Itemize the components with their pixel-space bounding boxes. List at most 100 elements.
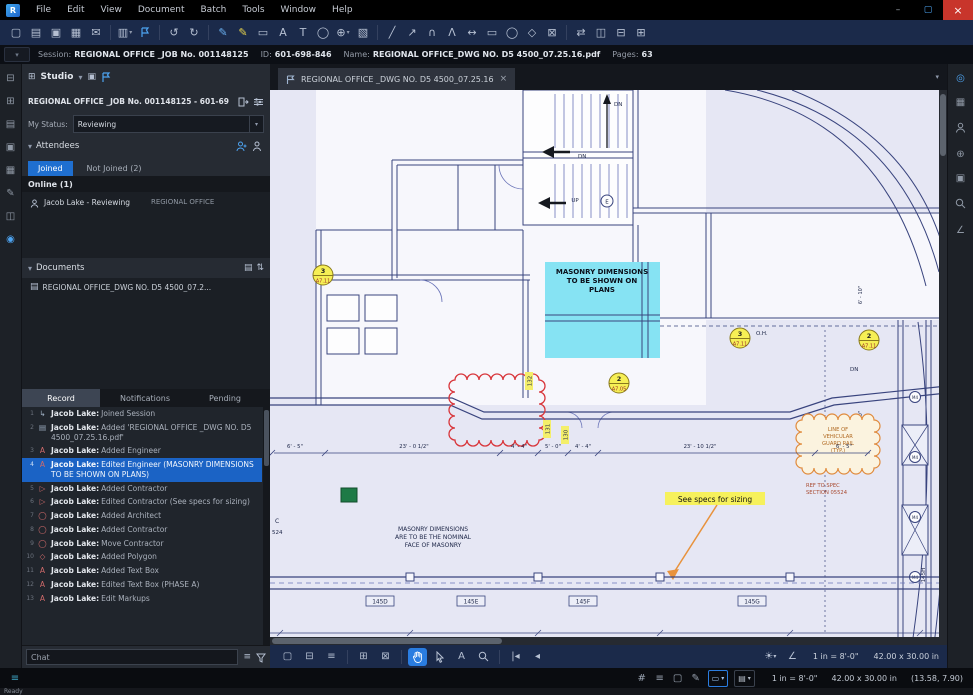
detail-callout[interactable]: 2 A7.05 xyxy=(609,373,629,393)
typewriter-tool-icon[interactable]: T xyxy=(293,22,313,43)
menu-batch[interactable]: Batch xyxy=(193,0,235,20)
flag-icon[interactable] xyxy=(135,22,155,43)
session-settings-icon[interactable] xyxy=(253,92,264,111)
layers-icon[interactable]: ▦ xyxy=(6,166,15,176)
panel-toggle-icon[interactable]: ⊟ xyxy=(6,74,14,84)
record-entry[interactable]: 12 A Jacob Lake:Edited Text Box (PHASE A… xyxy=(22,578,262,592)
record-scrollbar[interactable] xyxy=(263,407,270,645)
record-entry[interactable]: 7 ◯ Jacob Lake:Added Architect xyxy=(22,509,262,523)
properties-icon[interactable]: ◎ xyxy=(956,74,965,84)
page-setup-icon[interactable]: ▢ xyxy=(669,670,687,686)
dimension-tool-icon[interactable]: ↔ xyxy=(462,22,482,43)
record-entry[interactable]: 1 ↳ Jacob Lake:Joined Session xyxy=(22,407,262,421)
detail-callout[interactable]: 2 A7.11 xyxy=(859,330,879,350)
studio-caret-icon[interactable]: ▾ xyxy=(78,73,82,82)
arc-tool-icon[interactable]: ∩ xyxy=(422,22,442,43)
split-grid-icon[interactable]: ⊠ xyxy=(376,648,395,666)
tab-list-caret-icon[interactable]: ▾ xyxy=(935,73,939,81)
search-icon[interactable] xyxy=(955,198,966,212)
zoom-tool-icon[interactable] xyxy=(474,648,493,666)
text-box-tool-icon[interactable]: A xyxy=(273,22,293,43)
snap-icon[interactable]: ≡ xyxy=(651,670,669,686)
menu-help[interactable]: Help xyxy=(324,0,361,20)
leave-session-icon[interactable] xyxy=(238,92,249,111)
minimize-button[interactable]: – xyxy=(883,0,913,20)
open-icon[interactable]: ▤ xyxy=(26,22,46,43)
chat-list-icon[interactable]: ≡ xyxy=(243,652,251,662)
image-tool-icon[interactable]: ▧ xyxy=(353,22,373,43)
record-entry[interactable]: 5 ▷ Jacob Lake:Added Contractor xyxy=(22,482,262,496)
session-flag-icon[interactable] xyxy=(101,68,111,87)
markup-list-toggle-icon[interactable]: ≡ xyxy=(6,670,24,686)
line-tool-icon[interactable]: ╱ xyxy=(382,22,402,43)
grid-view-icon[interactable]: ⊞ xyxy=(354,648,373,666)
first-page-icon[interactable]: |◂ xyxy=(506,648,525,666)
attendee-row[interactable]: Jacob Lake - Reviewing REGIONAL OFFICE xyxy=(22,192,270,212)
session-menu-dropdown[interactable]: ▾ xyxy=(4,47,30,62)
attendees-panel-icon[interactable] xyxy=(955,122,966,136)
new-document-icon[interactable]: ▢ xyxy=(6,22,26,43)
sync-icon[interactable]: ⇄ xyxy=(571,22,591,43)
thumbnails-icon[interactable]: ⊞ xyxy=(6,97,14,107)
facing-pages-icon[interactable]: ⊟ xyxy=(300,648,319,666)
tool-chest-icon[interactable]: ▦ xyxy=(956,98,965,108)
bookmarks-icon[interactable]: ▤ xyxy=(6,120,15,130)
menu-file[interactable]: File xyxy=(28,0,59,20)
menu-view[interactable]: View xyxy=(93,0,130,20)
polyline-tool-icon[interactable]: Λ xyxy=(442,22,462,43)
add-document-icon[interactable]: ▤ xyxy=(244,263,253,273)
menu-window[interactable]: Window xyxy=(273,0,325,20)
file-access-icon[interactable]: ▣ xyxy=(6,143,15,153)
print-icon[interactable]: ▦ xyxy=(66,22,86,43)
record-entry[interactable]: 2 ▤ Jacob Lake:Added 'REGIONAL OFFICE _D… xyxy=(22,421,262,445)
drawing-viewport[interactable]: E UP DN DN DN xyxy=(270,90,947,645)
record-entry[interactable]: 11 A Jacob Lake:Added Text Box xyxy=(22,564,262,578)
polygon-markup[interactable] xyxy=(341,488,357,502)
email-icon[interactable]: ✉ xyxy=(86,22,106,43)
studio-board-icon[interactable]: ▣ xyxy=(87,72,96,82)
document-tab[interactable]: REGIONAL OFFICE _DWG NO. D5 4500_07.25.1… xyxy=(278,68,515,90)
ellipse-tool-icon[interactable]: ◯ xyxy=(502,22,522,43)
select-text-icon[interactable]: A xyxy=(452,648,471,666)
vertical-scrollbar[interactable] xyxy=(939,90,947,645)
layers-panel-icon[interactable]: ▣ xyxy=(956,174,965,184)
split-view-icon[interactable]: ⊟ xyxy=(611,22,631,43)
record-entry[interactable]: 6 ▷ Jacob Lake:Edited Contractor (See sp… xyxy=(22,495,262,509)
horizontal-scrollbar[interactable] xyxy=(270,637,939,645)
documents-collapse-icon[interactable]: ▾ xyxy=(28,264,32,273)
tab-close-icon[interactable]: × xyxy=(500,74,508,84)
filter-icon[interactable] xyxy=(256,648,266,667)
cloud-tool-icon[interactable]: ◯ xyxy=(313,22,333,43)
measure-panel-icon[interactable]: ∠ xyxy=(956,226,965,236)
active-tool-dropdown[interactable]: ▭▾ xyxy=(708,670,729,687)
markups-list-icon[interactable]: ✎ xyxy=(6,189,14,199)
record-entry[interactable]: 10 ◇ Jacob Lake:Added Polygon xyxy=(22,550,262,564)
detail-callout[interactable]: 3 A7.11 xyxy=(730,328,750,348)
single-page-icon[interactable]: ▢ xyxy=(278,648,297,666)
redo-icon[interactable]: ↻ xyxy=(184,22,204,43)
fullscreen-icon[interactable]: ⊞ xyxy=(631,22,651,43)
tab-not-joined[interactable]: Not Joined (2) xyxy=(83,161,146,176)
attendee-settings-icon[interactable] xyxy=(252,137,264,156)
tab-pending[interactable]: Pending xyxy=(190,389,260,407)
record-entry[interactable]: 9 ◯ Jacob Lake:Move Contractor xyxy=(22,537,262,551)
menu-tools[interactable]: Tools xyxy=(234,0,272,20)
select-cursor-icon[interactable] xyxy=(430,648,449,666)
profiles-icon[interactable]: ▥▾ xyxy=(115,22,135,43)
maximize-button[interactable]: ▢ xyxy=(913,0,943,20)
continuous-view-icon[interactable]: ≡ xyxy=(322,648,341,666)
masonry-note-markup[interactable]: MASONRY DIMENSIONS TO BE SHOWN ON PLANS xyxy=(545,262,660,358)
snapshot-tool-icon[interactable]: ⊠ xyxy=(542,22,562,43)
save-icon[interactable]: ▣ xyxy=(46,22,66,43)
stamp-tool-icon[interactable]: ⊕▾ xyxy=(333,22,353,43)
brightness-icon[interactable]: ☀▾ xyxy=(761,648,780,666)
polygon-tool-icon[interactable]: ◇ xyxy=(522,22,542,43)
record-entry[interactable]: 13 A Jacob Lake:Edit Markups xyxy=(22,592,262,606)
previous-page-icon[interactable]: ◂ xyxy=(528,648,547,666)
grid-snap-icon[interactable]: # xyxy=(633,670,651,686)
highlighter-tool-icon[interactable]: ✎ xyxy=(233,22,253,43)
invite-attendee-icon[interactable] xyxy=(236,137,248,156)
compass-icon[interactable]: ∠ xyxy=(783,648,802,666)
markup-mode-icon[interactable]: ✎ xyxy=(687,670,705,686)
menu-document[interactable]: Document xyxy=(130,0,193,20)
